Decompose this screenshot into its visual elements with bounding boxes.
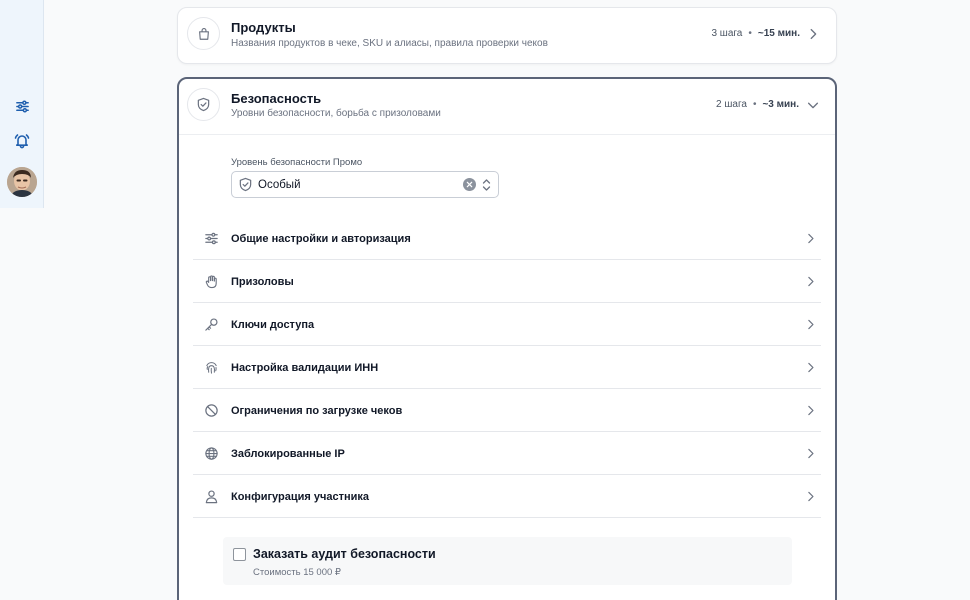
security-subtitle: Уровни безопасности, борьба с призоловам…: [231, 108, 441, 119]
security-time: ~3 мин.: [762, 99, 799, 110]
shield-check-icon: [238, 177, 253, 192]
security-level-select[interactable]: Особый: [231, 171, 499, 198]
security-settings-list: Общие настройки и авторизация Призоловы: [193, 217, 821, 518]
settings-row-label: Конфигурация участника: [231, 491, 370, 503]
settings-row-label: Ключи доступа: [231, 319, 315, 331]
settings-row-label: Общие настройки и авторизация: [231, 233, 411, 245]
key-icon: [204, 317, 219, 332]
fingerprint-icon: [204, 360, 219, 375]
products-card-header[interactable]: Продукты Названия продуктов в чеке, SKU …: [178, 8, 836, 63]
chevron-down-icon[interactable]: [806, 98, 820, 112]
settings-row-label: Настройка валидации ИНН: [231, 362, 379, 374]
chevron-right-icon: [804, 275, 817, 288]
settings-row-label: Призоловы: [231, 276, 294, 288]
shopping-bag-icon: [187, 17, 220, 50]
hand-icon: [204, 274, 219, 289]
settings-row-access-keys[interactable]: Ключи доступа: [193, 303, 821, 346]
globe-icon: [204, 446, 219, 461]
chevron-right-icon: [804, 361, 817, 374]
settings-row-inn-validation[interactable]: Настройка валидации ИНН: [193, 346, 821, 389]
security-meta: 2 шага • ~3 мин.: [716, 99, 799, 110]
ban-icon: [204, 403, 219, 418]
meta-separator: •: [748, 28, 752, 39]
chevron-right-icon: [804, 490, 817, 503]
chevron-right-icon: [804, 404, 817, 417]
shield-check-icon: [187, 88, 220, 121]
settings-row-label: Заблокированные IP: [231, 448, 345, 460]
user-avatar[interactable]: [7, 167, 37, 197]
security-level-label: Уровень безопасности Промо: [231, 157, 363, 168]
security-audit-label[interactable]: Заказать аудит безопасности: [253, 547, 436, 561]
bell-icon[interactable]: [12, 131, 32, 151]
clear-icon[interactable]: [463, 178, 476, 191]
security-card: Безопасность Уровни безопасности, борьба…: [177, 77, 837, 600]
sliders-icon: [204, 231, 219, 246]
settings-row-general[interactable]: Общие настройки и авторизация: [193, 217, 821, 260]
chevron-right-icon: [804, 447, 817, 460]
security-title: Безопасность: [231, 91, 322, 106]
security-steps: 2 шага: [716, 99, 747, 110]
products-title: Продукты: [231, 20, 296, 35]
security-audit-option: Заказать аудит безопасности Стоимость 15…: [223, 537, 792, 585]
filters-icon[interactable]: [12, 96, 32, 116]
security-audit-price: Стоимость 15 000 ₽: [253, 567, 341, 578]
left-rail: [0, 0, 44, 208]
settings-row-participant-config[interactable]: Конфигурация участника: [193, 475, 821, 518]
products-card: Продукты Названия продуктов в чеке, SKU …: [177, 7, 837, 64]
products-subtitle: Названия продуктов в чеке, SKU и алиасы,…: [231, 38, 548, 49]
chevron-right-icon[interactable]: [806, 27, 820, 41]
chevron-up-down-icon[interactable]: [482, 178, 491, 192]
chevron-right-icon: [804, 318, 817, 331]
settings-row-blocked-ip[interactable]: Заблокированные IP: [193, 432, 821, 475]
products-meta: 3 шага • ~15 мин.: [711, 28, 800, 39]
products-time: ~15 мин.: [757, 28, 800, 39]
settings-row-label: Ограничения по загрузке чеков: [231, 405, 403, 417]
user-icon: [204, 489, 219, 504]
settings-row-upload-limits[interactable]: Ограничения по загрузке чеков: [193, 389, 821, 432]
security-audit-checkbox[interactable]: [233, 548, 246, 561]
chevron-right-icon: [804, 232, 817, 245]
settings-row-prize-hunters[interactable]: Призоловы: [193, 260, 821, 303]
products-steps: 3 шага: [711, 28, 743, 39]
security-card-header[interactable]: Безопасность Уровни безопасности, борьба…: [179, 79, 835, 135]
meta-separator: •: [752, 99, 757, 110]
security-level-value: Особый: [258, 179, 301, 191]
